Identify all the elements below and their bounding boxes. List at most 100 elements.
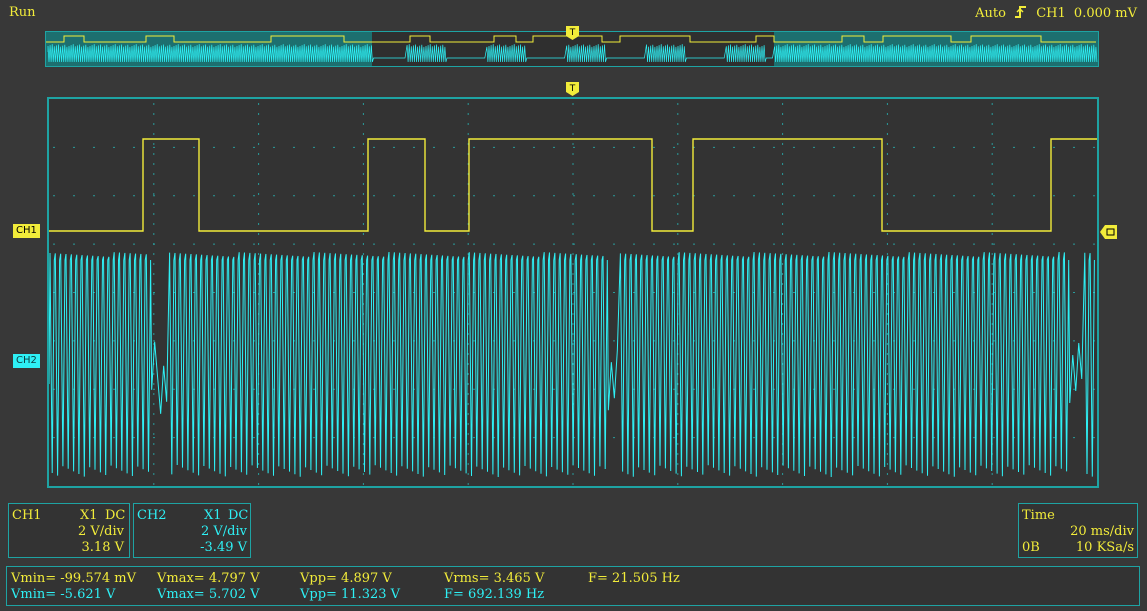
graticule-dot (993, 437, 995, 439)
graticule-dot (833, 146, 835, 148)
ch1-vpp: Vpp= 4.897 V (300, 571, 392, 586)
graticule-dot (73, 195, 75, 197)
graticule-dot (953, 195, 955, 197)
graticule-dot (873, 340, 875, 342)
graticule-dot (677, 443, 679, 445)
graticule-dot (991, 193, 993, 195)
graticule-dot (133, 195, 135, 197)
graticule-dot (886, 213, 888, 215)
graticule-dot (1033, 146, 1035, 148)
graticule-dot (572, 473, 574, 475)
graticule-dot (273, 146, 275, 148)
graticule-dot (713, 292, 715, 293)
graticule-dot (467, 453, 469, 455)
graticule-dot (53, 437, 55, 439)
graticule-dot (473, 195, 475, 197)
graticule-dot (853, 243, 855, 245)
waveform-display[interactable] (47, 97, 1099, 488)
graticule-dot (677, 153, 679, 155)
graticule-dot (453, 146, 455, 148)
graticule-dot (153, 193, 155, 195)
graticule-dot (473, 437, 475, 439)
graticule-dot (572, 153, 574, 155)
graticule-dot (233, 195, 235, 197)
graticule-dot (991, 273, 993, 275)
graticule-dot (782, 473, 784, 475)
graticule-dot (991, 283, 993, 285)
graticule-dot (572, 363, 574, 365)
graticule-dot (258, 143, 260, 145)
graticule-dot (473, 146, 475, 148)
graticule-dot (513, 292, 515, 293)
graticule-dot (553, 195, 555, 197)
graticule-dot (991, 293, 993, 295)
ch2-info-panel[interactable]: CH2 X1 DC 2 V/div -3.49 V (133, 503, 251, 558)
graticule-dot (353, 292, 355, 293)
graticule-dot (153, 293, 155, 295)
graticule-dot (991, 473, 993, 475)
graticule-dot (467, 393, 469, 395)
graticule-dot (393, 340, 395, 342)
graticule-dot (782, 263, 784, 265)
graticule-dot (467, 483, 469, 485)
graticule-dot (362, 193, 364, 195)
graticule-dot (653, 243, 655, 245)
graticule-dot (782, 283, 784, 285)
graticule-dot (677, 393, 679, 395)
graticule-dot (677, 173, 679, 175)
graticule-dot (886, 443, 888, 445)
graticule-dot (433, 146, 435, 148)
graticule-dot (572, 193, 574, 195)
overview-trigger-marker[interactable]: T (566, 26, 579, 44)
graticule-dot (886, 343, 888, 345)
graticule-dot (793, 243, 795, 245)
graticule-dot (258, 263, 260, 265)
graticule-dot (782, 173, 784, 175)
graticule-dot (593, 146, 595, 148)
graticule-dot (1073, 195, 1075, 197)
graticule-dot (782, 253, 784, 255)
measurement-bar[interactable]: Vmin= -99.574 mV Vmax= 4.797 V Vpp= 4.89… (6, 566, 1140, 606)
graticule-dot (258, 133, 260, 135)
graticule-dot (782, 303, 784, 305)
graticule-dot (173, 243, 175, 245)
ch1-info-panel[interactable]: CH1 X1 DC 2 V/div 3.18 V (8, 503, 130, 558)
graticule-dot (193, 243, 195, 245)
graticule-dot (73, 292, 75, 293)
graticule-dot (953, 146, 955, 148)
waveform-canvas (49, 103, 1097, 485)
graticule-dot (573, 195, 575, 197)
graticule-dot (1093, 146, 1095, 148)
graticule-dot (753, 243, 755, 245)
graticule-dot (753, 437, 755, 439)
graticule-dot (991, 253, 993, 255)
graticule-dot (553, 243, 555, 245)
timebase-panel[interactable]: Time 20 ms/div 0B 10 KSa/s (1018, 503, 1138, 558)
graticule-dot (467, 443, 469, 445)
graticule-dot (633, 243, 635, 245)
svg-text:T: T (569, 28, 576, 38)
ch1-ground-marker[interactable]: CH1 (13, 224, 40, 238)
graticule-dot (113, 195, 115, 197)
graticule-dot (173, 388, 175, 390)
graticule-dot (993, 195, 995, 197)
graticule-dot (873, 243, 875, 245)
graticule-dot (213, 146, 215, 148)
trigger-level-marker[interactable] (1100, 225, 1117, 243)
graticule-dot (313, 195, 315, 197)
graticule-dot (1073, 146, 1075, 148)
graticule-dot (733, 243, 735, 245)
graticule-dot (433, 195, 435, 197)
ch1-vrms: Vrms= 3.465 V (444, 571, 545, 586)
graticule-dot (133, 437, 135, 439)
graticule-dot (258, 233, 260, 235)
trigger-info[interactable]: Auto CH1 0.000 mV (971, 5, 1137, 21)
graticule-dot (113, 437, 115, 439)
graticule-dot (572, 163, 574, 165)
graticule-dot (473, 388, 475, 390)
ch2-panel-tag: CH2 (137, 508, 167, 523)
ch2-probe: X1 (204, 508, 222, 523)
graticule-dot (913, 437, 915, 439)
graticule-dot (886, 483, 888, 485)
ch2-ground-marker[interactable]: CH2 (13, 354, 40, 368)
